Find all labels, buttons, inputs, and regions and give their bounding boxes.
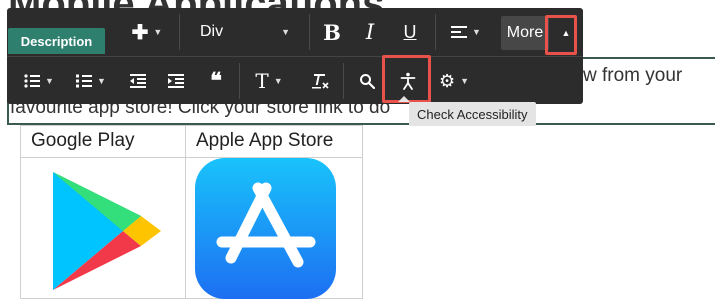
chevron-down-icon: ▼	[472, 27, 481, 37]
settings-button[interactable]: ⚙ ▼	[432, 57, 476, 105]
chevron-down-icon: ▼	[97, 76, 106, 86]
app-store-table: Google Play Apple App Store	[20, 125, 363, 299]
description-tab[interactable]: Description	[8, 28, 105, 54]
google-play-logo[interactable]	[21, 158, 186, 299]
underline-button[interactable]: U	[391, 8, 429, 56]
italic-button[interactable]: I	[351, 8, 389, 56]
tooltip-arrow	[398, 96, 410, 102]
insert-button[interactable]: ✚ ▼	[125, 8, 169, 56]
toolbar-separator	[179, 14, 180, 50]
gear-icon: ⚙	[438, 70, 456, 91]
align-button[interactable]: ▼	[444, 8, 488, 56]
block-format-select[interactable]: Div ▼	[190, 8, 300, 56]
quote-icon: ❝	[210, 68, 222, 94]
numbered-list-button[interactable]: ▼	[69, 57, 113, 105]
blockquote-button[interactable]: ❝	[199, 57, 233, 105]
editor-toolbar: ✚ ▼ Div ▼ B I U ▼ More ▲ ▼ ▼ ❝ T ▼ ⚙ ▼	[7, 8, 583, 104]
table-cell-google-play	[21, 158, 186, 299]
app-store-logo[interactable]	[186, 158, 363, 299]
check-accessibility-tooltip: Check Accessibility	[409, 102, 536, 126]
find-button[interactable]	[350, 57, 384, 105]
bold-button[interactable]: B	[313, 8, 351, 56]
plus-icon: ✚	[131, 21, 149, 44]
chevron-down-icon: ▼	[153, 27, 163, 37]
bullet-list-icon	[24, 74, 41, 88]
more-button-highlight	[545, 15, 577, 55]
clear-formatting-button[interactable]	[303, 57, 337, 105]
bullet-list-button[interactable]: ▼	[17, 57, 61, 105]
indent-button[interactable]	[159, 57, 193, 105]
chevron-down-icon: ▼	[273, 76, 283, 86]
outdent-button[interactable]	[121, 57, 155, 105]
text-format-icon: T	[255, 69, 269, 93]
more-button[interactable]: More	[501, 16, 549, 50]
chevron-down-icon: ▼	[281, 27, 290, 37]
toolbar-separator	[343, 63, 344, 99]
table-header-google-play: Google Play	[21, 126, 186, 158]
toolbar-separator	[435, 14, 436, 50]
indent-icon	[168, 74, 184, 88]
block-format-value: Div	[200, 23, 224, 40]
chevron-down-icon: ▼	[45, 76, 54, 86]
search-icon	[360, 74, 375, 89]
chevron-down-icon: ▼	[460, 76, 470, 86]
body-text-line1: w from your	[583, 65, 683, 86]
table-header-apple-app-store: Apple App Store	[186, 126, 363, 158]
clear-formatting-icon	[312, 74, 329, 89]
table-cell-apple-app-store	[186, 158, 363, 299]
toolbar-row-2: ▼ ▼ ❝ T ▼ ⚙ ▼	[7, 56, 583, 105]
numbered-list-icon	[76, 74, 93, 88]
outdent-icon	[130, 74, 146, 88]
toolbar-separator	[309, 14, 310, 50]
text-format-button[interactable]: T ▼	[247, 57, 291, 105]
align-left-icon	[451, 26, 468, 38]
toolbar-separator	[239, 63, 240, 99]
